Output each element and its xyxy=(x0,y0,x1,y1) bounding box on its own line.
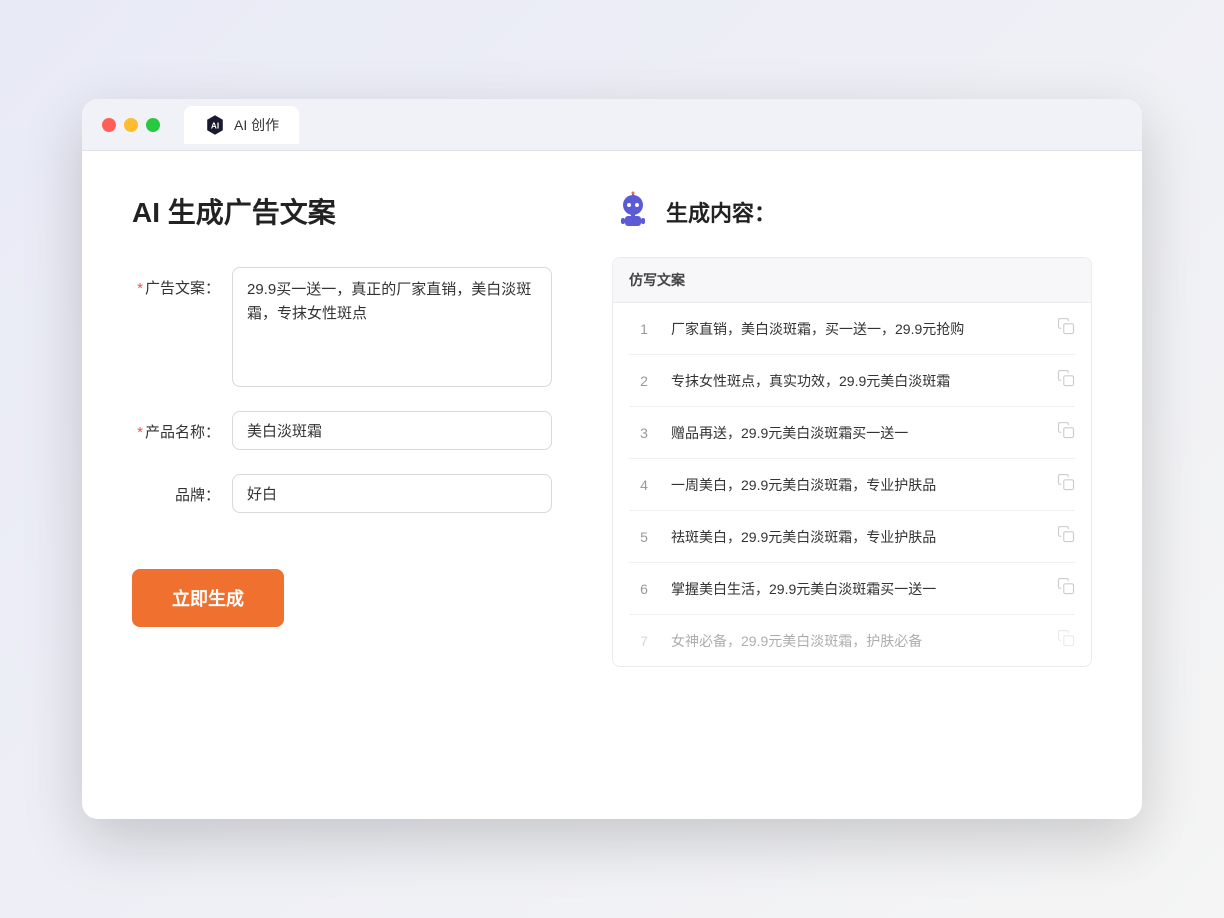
generate-button[interactable]: 立即生成 xyxy=(132,569,284,627)
maximize-button[interactable] xyxy=(146,118,160,132)
result-number: 7 xyxy=(629,633,659,649)
copy-icon[interactable] xyxy=(1057,577,1075,600)
product-name-label: *产品名称： xyxy=(132,411,232,442)
ad-copy-label: *广告文案： xyxy=(132,267,232,298)
result-text: 一周美白，29.9元美白淡斑霜，专业护肤品 xyxy=(659,475,1057,495)
right-panel-title: 生成内容： xyxy=(666,196,776,228)
brand-input[interactable] xyxy=(232,474,552,513)
results-header-text: 仿写文案 xyxy=(629,272,685,288)
copy-icon[interactable] xyxy=(1057,525,1075,548)
result-row: 2专抹女性斑点，真实功效，29.9元美白淡斑霜 xyxy=(629,355,1075,407)
tab-label: AI 创作 xyxy=(234,115,279,135)
brand-label: 品牌： xyxy=(132,474,232,505)
result-number: 3 xyxy=(629,425,659,441)
result-text: 祛斑美白，29.9元美白淡斑霜，专业护肤品 xyxy=(659,527,1057,547)
result-number: 6 xyxy=(629,581,659,597)
copy-icon[interactable] xyxy=(1057,421,1075,444)
close-button[interactable] xyxy=(102,118,116,132)
content-area: AI 生成广告文案 *广告文案： *产品名称： 品牌： 立 xyxy=(82,151,1142,819)
page-title: AI 生成广告文案 xyxy=(132,191,552,231)
results-header-row: 仿写文案 xyxy=(613,258,1091,303)
result-text: 赠品再送，29.9元美白淡斑霜买一送一 xyxy=(659,423,1057,443)
robot-icon xyxy=(612,191,654,233)
left-panel: AI 生成广告文案 *广告文案： *产品名称： 品牌： 立 xyxy=(132,191,552,779)
result-row: 1厂家直销，美白淡斑霜，买一送一，29.9元抢购 xyxy=(629,303,1075,355)
minimize-button[interactable] xyxy=(124,118,138,132)
copy-icon[interactable] xyxy=(1057,369,1075,392)
ad-copy-input[interactable] xyxy=(232,267,552,387)
browser-window: AI AI 创作 AI 生成广告文案 *广告文案： *产品名称： xyxy=(82,99,1142,819)
result-number: 4 xyxy=(629,477,659,493)
result-number: 5 xyxy=(629,529,659,545)
results-body: 1厂家直销，美白淡斑霜，买一送一，29.9元抢购2专抹女性斑点，真实功效，29.… xyxy=(613,303,1091,666)
copy-icon[interactable] xyxy=(1057,629,1075,652)
required-star-2: * xyxy=(137,424,143,441)
copy-icon[interactable] xyxy=(1057,473,1075,496)
ai-tab-icon: AI xyxy=(204,114,226,136)
brand-group: 品牌： xyxy=(132,474,552,513)
result-row: 5祛斑美白，29.9元美白淡斑霜，专业护肤品 xyxy=(629,511,1075,563)
result-number: 1 xyxy=(629,321,659,337)
copy-icon[interactable] xyxy=(1057,317,1075,340)
result-text: 女神必备，29.9元美白淡斑霜，护肤必备 xyxy=(659,631,1057,651)
product-name-input[interactable] xyxy=(232,411,552,450)
right-panel: 生成内容： 仿写文案 1厂家直销，美白淡斑霜，买一送一，29.9元抢购2专抹女性… xyxy=(612,191,1092,779)
result-row: 6掌握美白生活，29.9元美白淡斑霜买一送一 xyxy=(629,563,1075,615)
traffic-lights xyxy=(102,118,160,132)
result-row: 3赠品再送，29.9元美白淡斑霜买一送一 xyxy=(629,407,1075,459)
result-row: 4一周美白，29.9元美白淡斑霜，专业护肤品 xyxy=(629,459,1075,511)
ai-tab[interactable]: AI AI 创作 xyxy=(184,106,299,144)
title-bar: AI AI 创作 xyxy=(82,99,1142,151)
result-text: 专抹女性斑点，真实功效，29.9元美白淡斑霜 xyxy=(659,371,1057,391)
result-number: 2 xyxy=(629,373,659,389)
result-text: 掌握美白生活，29.9元美白淡斑霜买一送一 xyxy=(659,579,1057,599)
result-row: 7女神必备，29.9元美白淡斑霜，护肤必备 xyxy=(629,615,1075,666)
required-star-1: * xyxy=(137,280,143,297)
results-container: 仿写文案 1厂家直销，美白淡斑霜，买一送一，29.9元抢购2专抹女性斑点，真实功… xyxy=(612,257,1092,667)
product-name-group: *产品名称： xyxy=(132,411,552,450)
result-text: 厂家直销，美白淡斑霜，买一送一，29.9元抢购 xyxy=(659,319,1057,339)
ad-copy-group: *广告文案： xyxy=(132,267,552,387)
right-header: 生成内容： xyxy=(612,191,1092,233)
svg-text:AI: AI xyxy=(211,121,219,130)
